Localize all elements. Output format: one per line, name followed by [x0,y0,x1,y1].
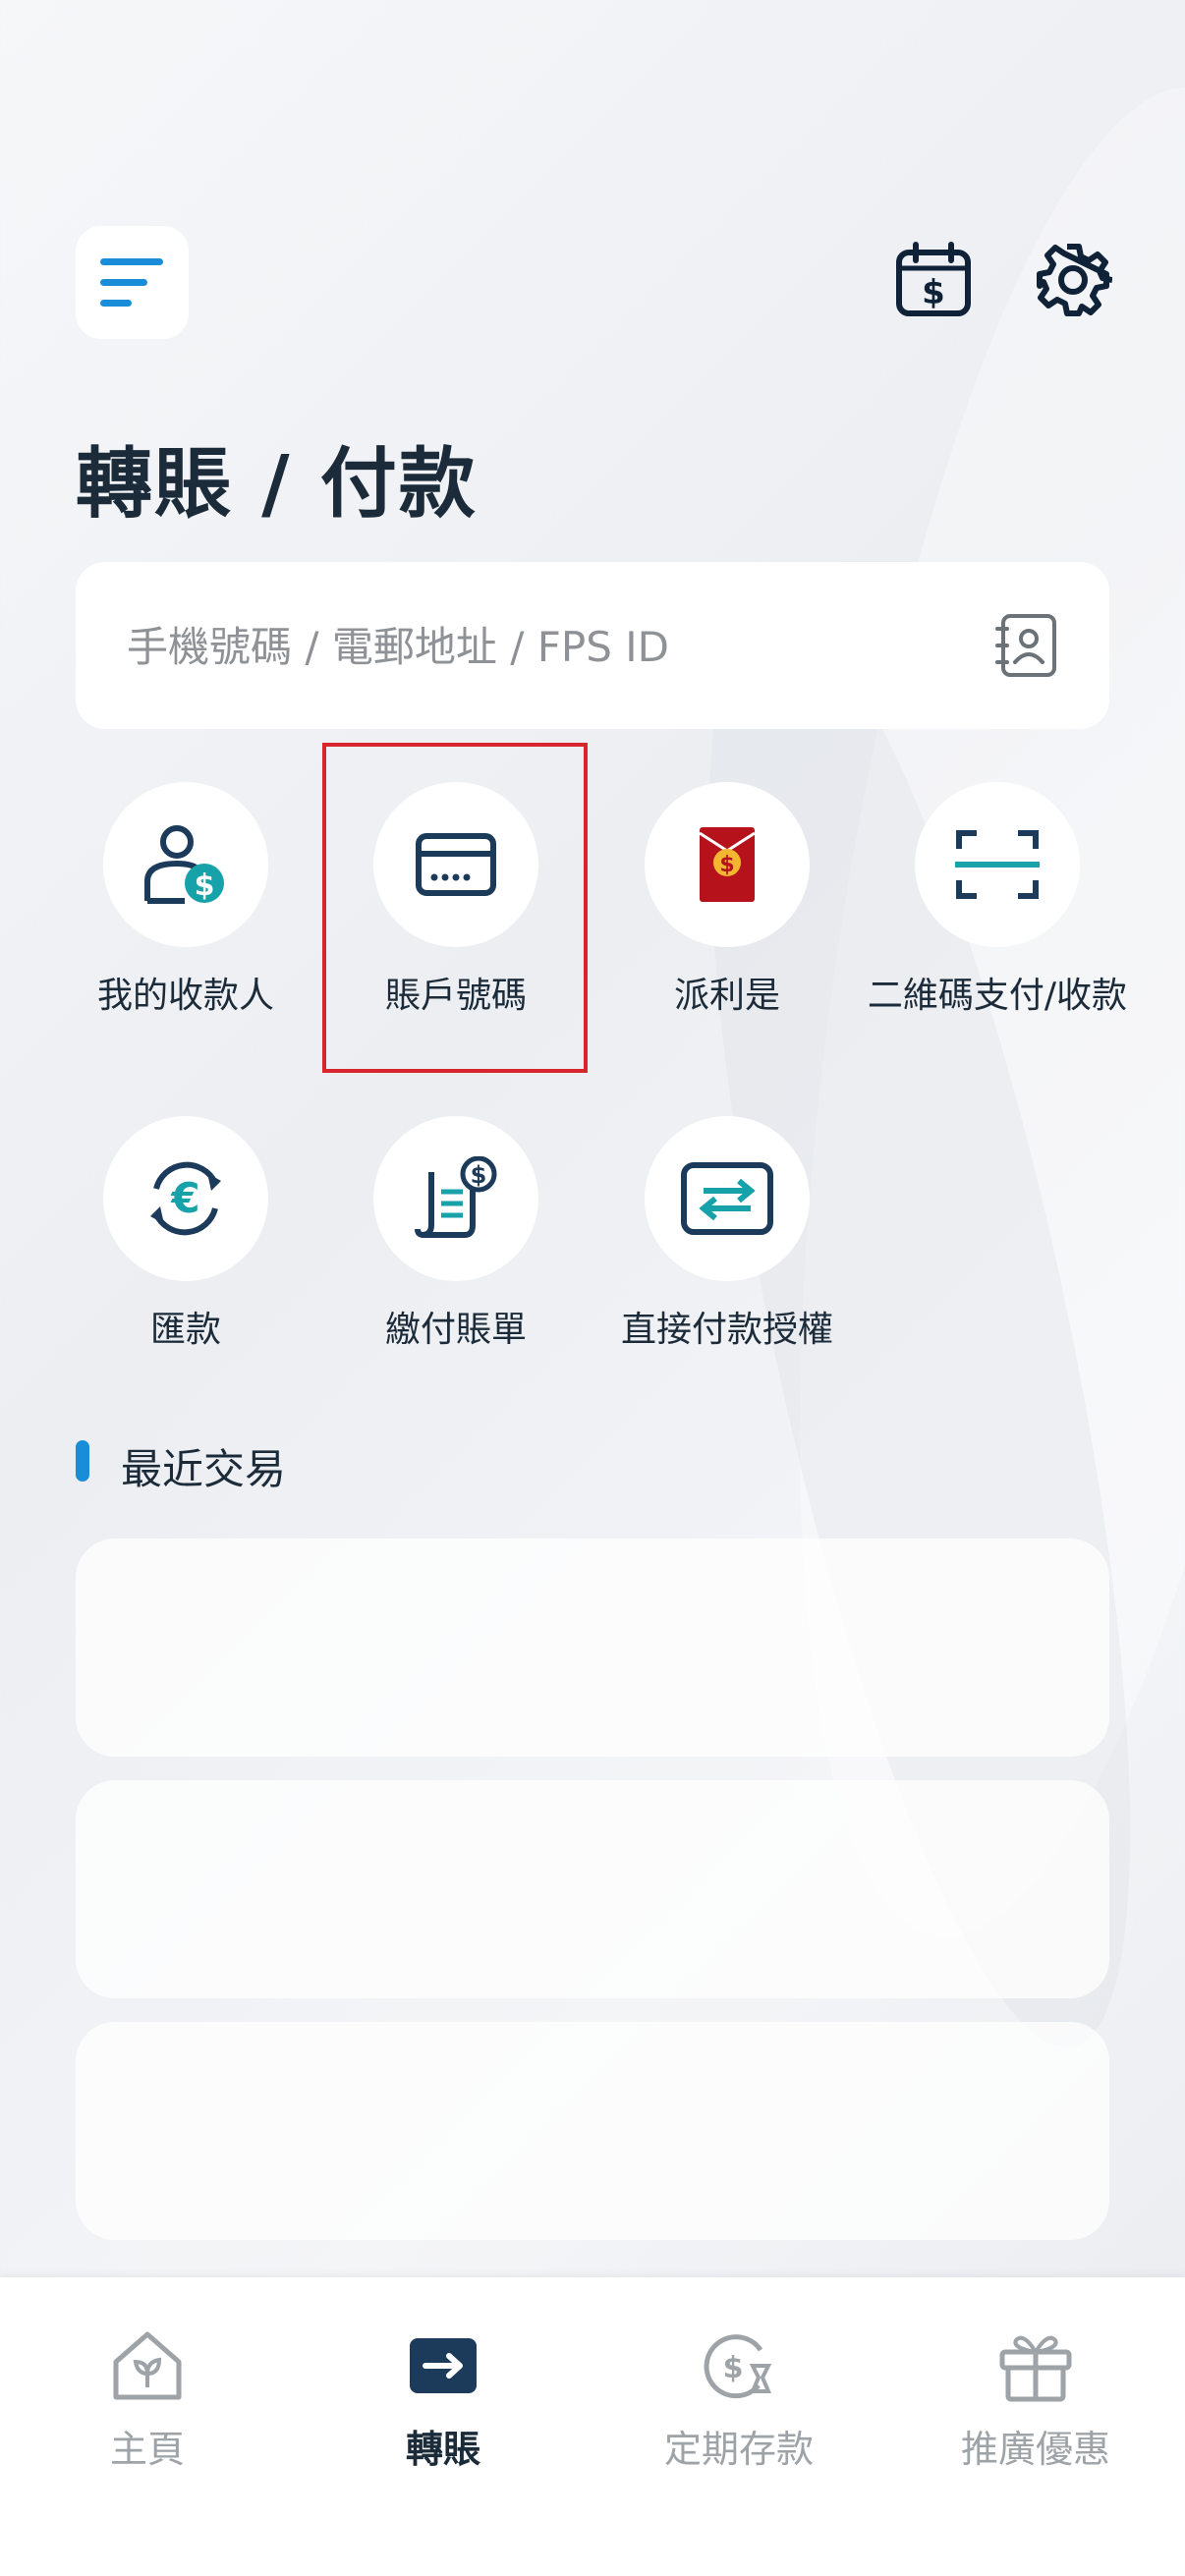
tab-transfer[interactable]: 轉賬 [325,2326,561,2473]
payee-person-dollar-icon: $ [144,825,224,904]
svg-text:$: $ [471,1161,487,1189]
action-label: 我的收款人 [96,976,274,1016]
tab-promotions[interactable]: 推廣優惠 [918,2326,1154,2473]
svg-text:$: $ [195,868,215,903]
recent-transaction-card[interactable] [76,1539,1109,1757]
action-remittance[interactable]: € 匯款 [50,1116,321,1352]
red-packet-icon: $ [699,827,756,902]
tab-label: 定期存款 [663,2428,814,2471]
search-box[interactable] [76,562,1109,731]
section-accent-bar [76,1440,89,1482]
action-label: 派利是 [673,976,780,1016]
action-red-packet[interactable]: $ 派利是 [592,782,863,1018]
action-my-payees[interactable]: $ 我的收款人 [50,782,321,1018]
menu-button[interactable] [76,226,189,339]
gear-icon[interactable] [1034,241,1112,319]
page-title: 轉賬 / 付款 [76,440,478,529]
home-leaf-icon [113,2331,182,2400]
svg-text:$: $ [922,273,945,312]
svg-text:$: $ [719,853,734,877]
tab-label: 轉賬 [405,2428,480,2471]
selection-highlight [322,743,588,1073]
euro-exchange-icon: € [150,1161,221,1236]
tab-label: 主頁 [109,2428,185,2471]
tab-time-deposit[interactable]: $ 定期存款 [621,2326,857,2473]
svg-text:€: € [170,1174,199,1222]
action-label: 繳付賬單 [384,1310,527,1350]
recent-transaction-card[interactable] [76,1780,1109,1998]
action-pay-bills[interactable]: $ 繳付賬單 [320,1116,592,1352]
action-qr-pay[interactable]: 二維碼支付/收款 [862,782,1133,1018]
action-direct-debit[interactable]: 直接付款授權 [592,1116,863,1352]
search-input[interactable] [125,562,993,731]
action-label: 直接付款授權 [620,1310,833,1350]
transfer-arrows-icon [681,1162,773,1235]
tab-home[interactable]: 主頁 [29,2326,265,2473]
contact-book-icon[interactable] [993,613,1058,678]
action-label: 二維碼支付/收款 [867,976,1128,1016]
calendar-dollar-icon[interactable]: $ [894,241,973,319]
gift-icon [999,2335,1072,2402]
time-deposit-icon: $ [704,2334,772,2399]
tab-label: 推廣優惠 [960,2428,1110,2471]
menu-icon [99,257,163,307]
bill-receipt-icon: $ [415,1156,497,1238]
bottom-tab-bar: 主頁 轉賬 $ 定期存款 推廣優惠 [0,2277,1185,2576]
svg-text:$: $ [723,2351,744,2385]
action-label: 匯款 [149,1310,221,1350]
transfer-arrow-icon [410,2338,477,2393]
recent-transaction-card[interactable] [76,2022,1109,2240]
qr-scan-icon [955,830,1040,899]
recent-title: 最近交易 [121,1445,287,1493]
